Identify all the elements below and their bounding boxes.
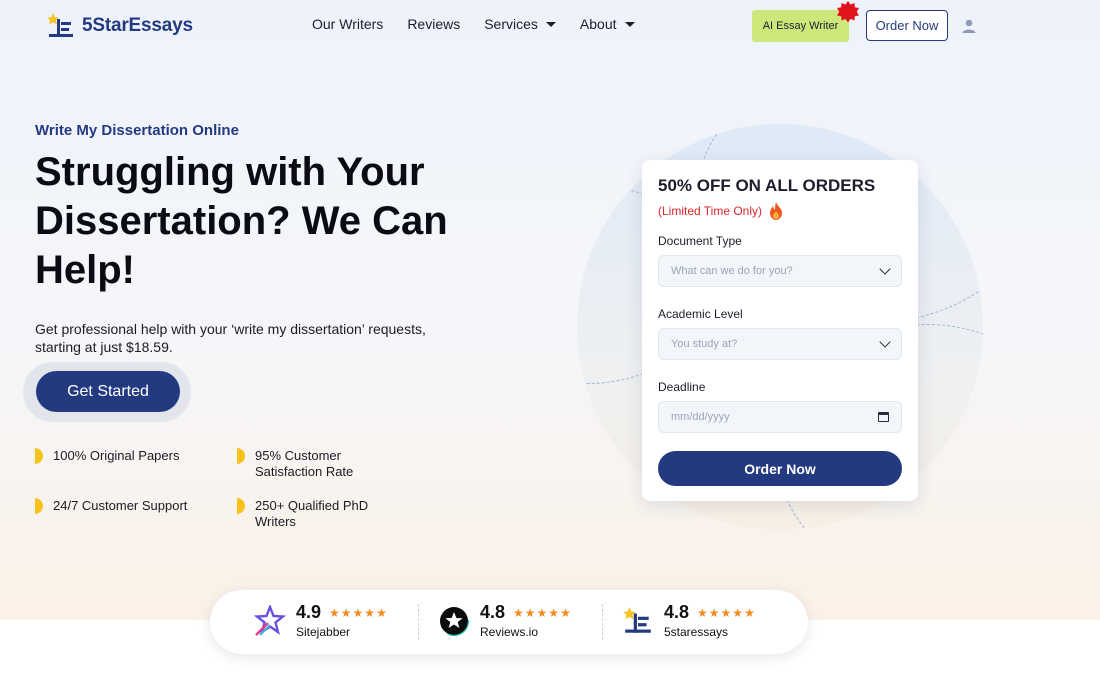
new-badge-icon [837,1,859,23]
nav-links: Our Writers Reviews Services About [312,16,635,32]
ai-essay-writer-button[interactable]: AI Essay Writer [752,1,859,42]
top-nav: 5StarEssays Our Writers Reviews Services… [0,0,1100,52]
deadline-placeholder: mm/dd/yyyy [671,411,730,423]
feature-label: 95% Customer Satisfaction Rate [255,448,354,479]
order-form-card: 50% OFF ON ALL ORDERS (Limited Time Only… [642,160,918,501]
calendar-icon[interactable] [878,412,889,422]
user-icon[interactable] [961,18,977,34]
feature-label: 24/7 Customer Support [53,498,188,513]
nav-services[interactable]: Services [484,16,556,32]
hero-subtext: Get professional help with your ‘write m… [35,321,426,355]
score-row: 4.8 ★★★★★ [480,602,572,623]
feature-item: 100% Original Papers [35,448,215,464]
rating-text: 4.9 ★★★★★ Sitejabber [296,602,388,639]
academic-level-select[interactable]: You study at? [658,328,902,360]
rating-stars: ★★★★★ [513,605,572,620]
chevron-down-icon [879,263,891,275]
rating-name: 5staressays [664,625,729,639]
nav-our-writers[interactable]: Our Writers [312,16,383,32]
rating-item[interactable]: 4.8 ★★★★★ Reviews.io [438,602,572,639]
5staressays-logo-icon [623,606,651,633]
brand-logo[interactable]: 5StarEssays [46,12,193,40]
bullet-icon [35,448,43,464]
fire-icon [770,202,783,220]
rating-score: 4.8 [480,602,506,622]
academic-level-placeholder: You study at? [671,338,738,350]
reviewsio-logo-icon [438,605,470,636]
rating-item[interactable]: 4.9 ★★★★★ Sitejabber [254,602,388,639]
nav-order-now-button[interactable]: Order Now [866,10,948,41]
hero-headline: Struggling with Your Dissertation? We Ca… [35,150,448,292]
rating-text: 4.8 ★★★★★ Reviews.io [480,602,572,639]
deadline-label: Deadline [658,380,706,394]
feature-label: 100% Original Papers [53,448,180,463]
get-started-label: Get Started [67,382,149,400]
bullet-icon [237,498,245,514]
hero-eyebrow: Write My Dissertation Online [35,122,239,139]
promo-subtitle: (Limited Time Only) [658,202,902,220]
get-started-button[interactable]: Get Started [36,371,180,412]
document-type-select[interactable]: What can we do for you? [658,255,902,287]
promo-subtitle-text: (Limited Time Only) [658,204,763,218]
rating-stars: ★★★★★ [697,605,756,620]
form-order-now-button[interactable]: Order Now [658,451,902,486]
nav-link-label: Services [484,16,538,32]
brand-name: 5StarEssays [82,15,193,36]
rating-score: 4.8 [664,602,690,622]
nav-link-label: About [579,16,617,32]
nav-link-label: Our Writers [312,16,384,32]
rating-divider [602,604,603,640]
feature-label: 250+ Qualified PhD Writers [255,498,369,529]
logo-mark-icon [47,13,73,37]
rating-score: 4.9 [296,602,322,622]
promo-title: 50% OFF ON ALL ORDERS [658,176,876,195]
rating-divider [418,604,419,640]
rating-item[interactable]: 4.8 ★★★★★ 5staressays [622,602,756,639]
ai-essay-writer-label: AI Essay Writer [762,20,839,32]
feature-item: 24/7 Customer Support [35,498,215,514]
nav-order-now-label: Order Now [875,18,939,33]
document-type-label: Document Type [658,234,742,248]
form-order-now-label: Order Now [744,460,816,477]
document-type-placeholder: What can we do for you? [671,265,793,277]
ratings-bar: 4.9 ★★★★★ Sitejabber 4.8 ★★★★★ Reviews.i… [210,590,808,654]
academic-level-label: Academic Level [658,307,743,321]
nav-about[interactable]: About [580,16,635,32]
bullet-icon [237,448,245,464]
rating-text: 4.8 ★★★★★ 5staressays [664,602,756,639]
bullet-icon [35,498,43,514]
rating-name: Reviews.io [480,625,539,639]
chevron-down-icon [879,336,891,348]
caret-down-icon [545,21,556,27]
nav-reviews[interactable]: Reviews [407,16,460,32]
score-row: 4.9 ★★★★★ [296,602,388,623]
score-row: 4.8 ★★★★★ [664,602,756,623]
feature-item: 250+ Qualified PhD Writers [237,498,397,530]
rating-stars: ★★★★★ [329,605,388,620]
caret-down-icon [624,21,635,27]
sitejabber-logo-icon [254,604,286,636]
deadline-date-input[interactable]: mm/dd/yyyy [658,401,902,433]
rating-name: Sitejabber [296,625,351,639]
feature-item: 95% Customer Satisfaction Rate [237,448,397,480]
nav-link-label: Reviews [407,16,461,32]
